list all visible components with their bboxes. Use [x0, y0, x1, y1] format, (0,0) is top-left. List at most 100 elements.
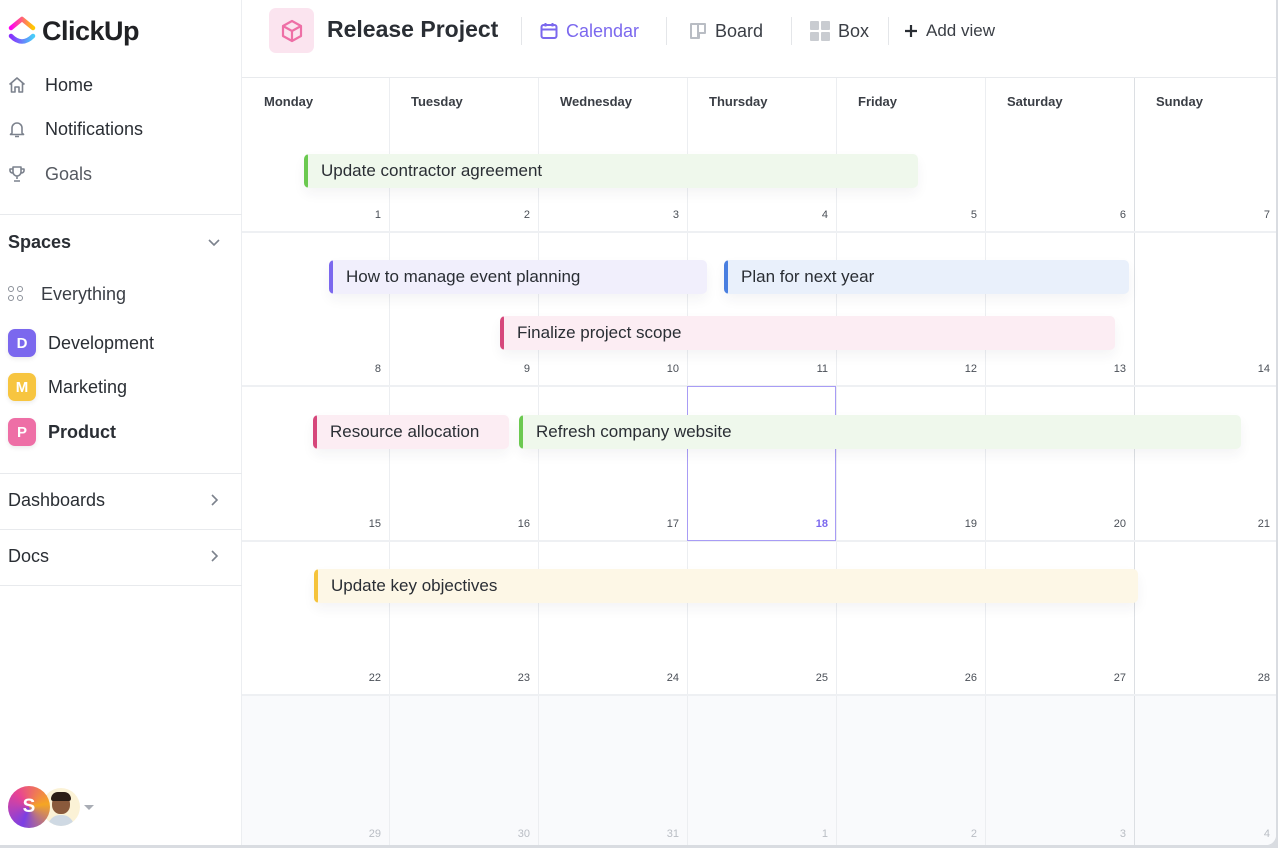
sidebar-item-label: Home [45, 74, 94, 95]
task-bar[interactable]: Resource allocation [313, 415, 509, 449]
sidebar-item-dashboards[interactable]: Dashboards [0, 482, 242, 518]
task-bar[interactable]: Update key objectives [314, 569, 1138, 603]
date-number: 1 [821, 828, 828, 840]
board-icon [688, 21, 708, 41]
date-number: 22 [368, 672, 381, 684]
date-number: 4 [821, 209, 828, 221]
task-title: Finalize project scope [517, 323, 682, 342]
task-title: How to manage event planning [346, 267, 581, 286]
task-color-indicator [329, 260, 333, 294]
day-cell[interactable] [836, 695, 985, 845]
task-color-indicator [724, 260, 728, 294]
caret-down-icon[interactable] [84, 804, 94, 810]
user-menu[interactable]: S [8, 786, 94, 828]
space-label: Product [48, 421, 117, 442]
date-number: 5 [970, 209, 977, 221]
day-cell[interactable] [242, 695, 389, 845]
date-number: 19 [964, 518, 977, 530]
date-number: 9 [523, 363, 530, 375]
date-number: 12 [964, 363, 977, 375]
date-number: 27 [1113, 672, 1126, 684]
date-number: 17 [666, 518, 679, 530]
date-number: 26 [964, 672, 977, 684]
date-number: 2 [970, 828, 977, 840]
task-bar[interactable]: How to manage event planning [329, 260, 707, 294]
date-number: 21 [1257, 518, 1270, 530]
clickup-logo[interactable]: ClickUp [8, 14, 140, 48]
date-number: 16 [517, 518, 530, 530]
space-badge: P [8, 418, 36, 446]
date-number: 10 [666, 363, 679, 375]
date-number: 13 [1113, 363, 1126, 375]
task-title: Refresh company website [536, 422, 732, 441]
task-color-indicator [500, 316, 504, 350]
sidebar-item-notifications[interactable]: Notifications [0, 111, 242, 147]
space-everything[interactable]: Everything [0, 276, 242, 312]
sidebar-divider [0, 214, 242, 215]
day-cell[interactable] [389, 695, 538, 845]
sidebar-item-home[interactable]: Home [0, 67, 242, 103]
date-number: 25 [815, 672, 828, 684]
space-label: Development [48, 332, 155, 353]
date-number: 28 [1257, 672, 1270, 684]
tab-box[interactable]: Box [809, 19, 869, 43]
divider [521, 17, 522, 45]
sidebar-divider [0, 529, 242, 530]
date-number: 29 [368, 828, 381, 840]
sidebar-item-docs[interactable]: Docs [0, 538, 242, 574]
task-title: Update contractor agreement [321, 161, 543, 180]
page-title: Release Project [327, 16, 499, 42]
date-number: 1 [374, 209, 381, 221]
sidebar: ClickUp Home Notifications Goals Spaces [0, 0, 242, 845]
space-marketing[interactable]: M Marketing [0, 369, 242, 405]
tab-label: Board [715, 20, 764, 41]
space-label: Everything [41, 283, 127, 304]
chevron-down-icon[interactable] [206, 234, 222, 250]
space-badge: M [8, 373, 36, 401]
date-number: 8 [374, 363, 381, 375]
date-number: 24 [666, 672, 679, 684]
everything-icon [8, 286, 24, 302]
task-bar[interactable]: Update contractor agreement [304, 154, 918, 188]
today-highlight [687, 386, 836, 541]
date-number: 14 [1257, 363, 1270, 375]
add-view-button[interactable]: Add view [903, 19, 995, 43]
tab-label: Calendar [566, 20, 640, 41]
tab-calendar[interactable]: Calendar [539, 19, 639, 43]
app-name: ClickUp [42, 15, 140, 46]
sidebar-item-label: Goals [45, 163, 93, 184]
date-number: 15 [368, 518, 381, 530]
task-color-indicator [314, 569, 318, 603]
docs-label: Docs [8, 545, 50, 566]
chevron-right-icon [206, 548, 222, 564]
space-development[interactable]: D Development [0, 325, 242, 361]
avatar[interactable]: S [8, 786, 50, 828]
space-product[interactable]: P Product [0, 414, 242, 450]
plus-icon [903, 23, 919, 39]
day-cell[interactable] [985, 695, 1134, 845]
task-title: Update key objectives [331, 576, 498, 595]
sidebar-item-goals[interactable]: Goals [0, 156, 242, 192]
calendar-icon [539, 21, 559, 41]
tab-board[interactable]: Board [688, 19, 763, 43]
date-number: 2 [523, 209, 530, 221]
spaces-header[interactable]: Spaces [0, 224, 242, 260]
dashboards-label: Dashboards [8, 489, 106, 510]
box-icon [809, 20, 831, 42]
task-bar[interactable]: Plan for next year [724, 260, 1129, 294]
sidebar-divider [0, 473, 242, 474]
day-cell[interactable] [538, 695, 687, 845]
task-color-indicator [519, 415, 523, 449]
trophy-icon [6, 163, 28, 185]
day-cell[interactable] [687, 695, 836, 845]
task-bar[interactable]: Refresh company website [519, 415, 1241, 449]
home-icon [6, 74, 28, 96]
cube-icon [269, 8, 314, 53]
task-bar[interactable]: Finalize project scope [500, 316, 1115, 350]
date-number: 23 [517, 672, 530, 684]
task-title: Resource allocation [330, 422, 480, 441]
day-cell[interactable] [1134, 695, 1276, 845]
divider [666, 17, 667, 45]
tab-label: Box [838, 20, 870, 41]
date-number: 7 [1263, 209, 1270, 221]
